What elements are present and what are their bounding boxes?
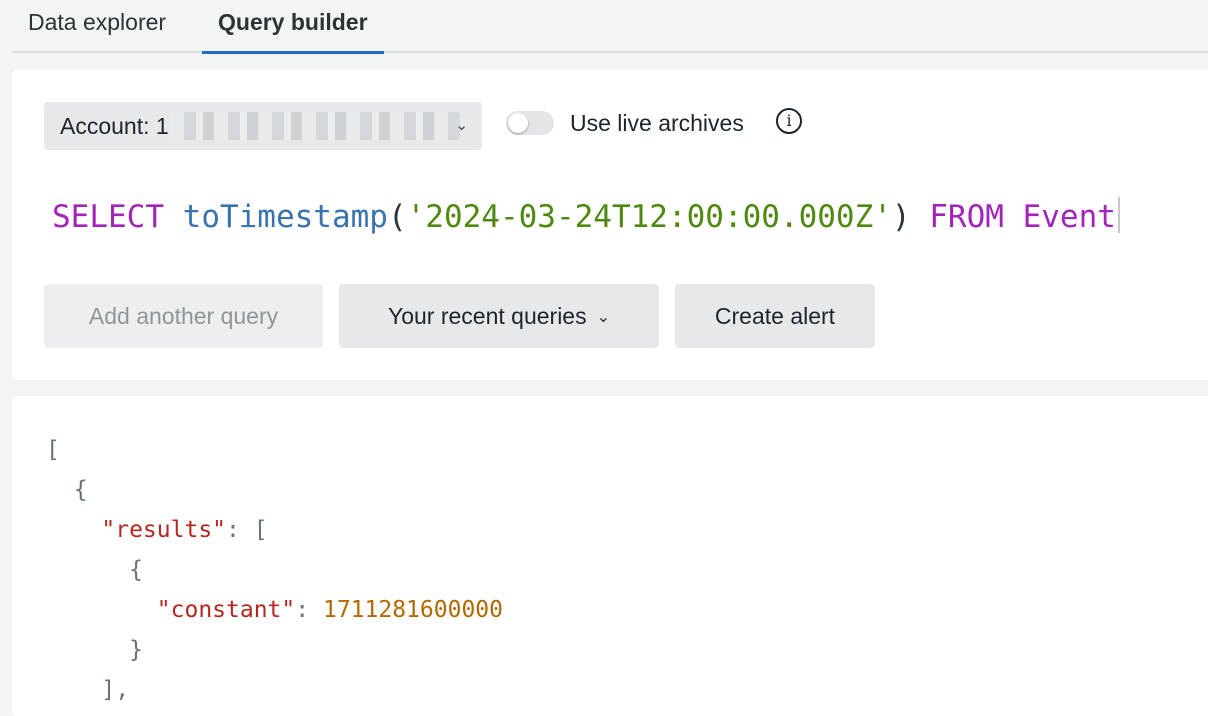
account-label: Account: [60,113,156,139]
tab-data-explorer[interactable]: Data explorer [12,0,182,52]
json-key-constant: "constant" [156,597,296,623]
function-name: toTimestamp [182,199,388,235]
json-open-bracket: [ [46,437,60,463]
recent-queries-label: Your recent queries [387,303,587,329]
create-alert-button[interactable]: Create alert [675,284,875,348]
add-another-query-button[interactable]: Add another query [44,284,323,348]
chevron-down-icon: ⌄ [596,309,611,326]
json-results-close: ], [101,677,130,703]
toggle-knob [508,113,528,133]
add-query-label: Add another query [88,303,279,329]
json-inner-open: { [129,557,143,583]
json-constant-value: 1711281600000 [322,597,503,623]
json-open-brace: { [73,477,88,503]
json-results-open: [ [253,517,268,543]
nrql-query-editor[interactable]: SELECT toTimestamp('2024-03-24T12:00:00.… [52,196,1120,238]
live-archives-label: Use live archives [570,110,744,136]
timestamp-string: '2024-03-24T12:00:00.000Z' [406,199,892,235]
keyword-from: FROM [929,199,1004,235]
query-panel: Account: 1 ⌄ Use live archives i SELECT … [12,70,1208,380]
open-paren: ( [387,199,407,235]
json-inner-close: } [129,637,143,663]
redacted-account-name [170,112,460,140]
results-panel: [ { "results": [ { "constant": 171128160… [12,396,1208,716]
text-cursor [1117,197,1120,233]
close-paren: ) [891,199,911,235]
create-alert-label: Create alert [714,303,836,329]
live-archives-toggle[interactable] [506,111,554,135]
tab-query-builder[interactable]: Query builder [202,0,384,54]
json-key-results: "results" [101,517,227,543]
chevron-down-icon: ⌄ [455,117,468,134]
keyword-select: SELECT [52,199,164,235]
recent-queries-button[interactable]: Your recent queries ⌄ [339,284,659,348]
account-selector[interactable]: Account: 1 ⌄ [44,102,482,150]
info-icon[interactable]: i [776,108,802,134]
json-results: [ { "results": [ { "constant": 171128160… [46,437,503,703]
tab-bar: Data explorer Query builder [12,0,1208,54]
account-id-prefix: 1 [155,113,169,139]
event-type: Event [1022,199,1116,235]
